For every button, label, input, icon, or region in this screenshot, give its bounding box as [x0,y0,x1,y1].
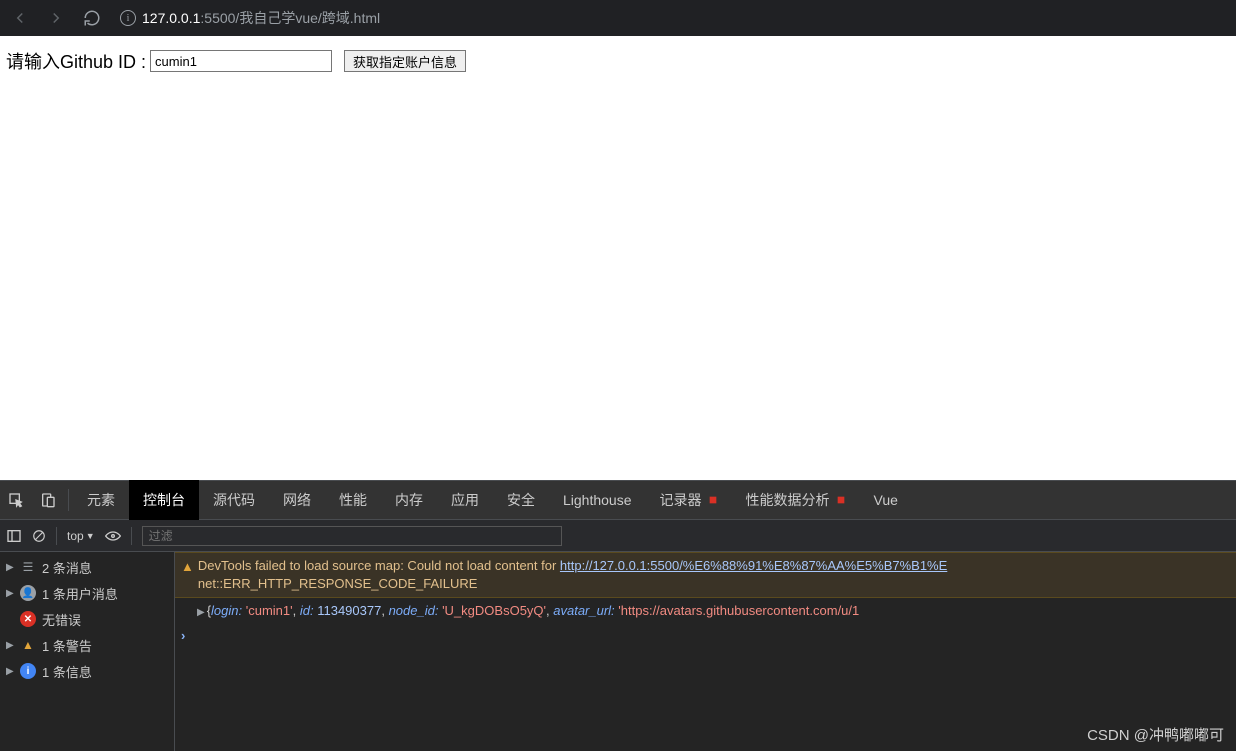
tab-perf-insights[interactable]: 性能数据分析 [732,480,860,520]
browser-toolbar: i 127.0.0.1:5500/我自己学vue/跨域.html [0,0,1236,36]
console-warning-line[interactable]: ▲ DevTools failed to load source map: Co… [175,552,1236,598]
github-id-input[interactable] [150,50,332,72]
sourcemap-link[interactable]: http://127.0.0.1:5500/%E6%88%91%E8%87%AA… [560,558,947,573]
tab-lighthouse[interactable]: Lighthouse [549,480,646,520]
sidebar-info[interactable]: ▶i1 条信息 [0,658,174,684]
sidebar-no-errors[interactable]: ✕无错误 [0,606,174,632]
url-host: 127.0.0.1 [142,10,200,26]
sidebar-messages[interactable]: ▶☰2 条消息 [0,554,174,580]
url-path: :5500/我自己学vue/跨域.html [200,10,380,26]
tab-elements[interactable]: 元素 [73,480,129,520]
tab-performance[interactable]: 性能 [325,480,381,520]
tab-vue[interactable]: Vue [860,480,912,520]
console-output: ▲ DevTools failed to load source map: Co… [175,552,1236,751]
console-filter-input[interactable] [142,526,562,546]
page-content: 请输入Github ID : 获取指定账户信息 [0,36,1236,480]
context-selector[interactable]: top ▼ [67,529,95,543]
device-toolbar-icon[interactable] [32,480,64,520]
nav-back-button[interactable] [8,6,32,30]
tab-security[interactable]: 安全 [493,480,549,520]
devtools-panel: 元素 控制台 源代码 网络 性能 内存 应用 安全 Lighthouse 记录器… [0,480,1236,751]
devtools-tabbar: 元素 控制台 源代码 网络 性能 内存 应用 安全 Lighthouse 记录器… [0,480,1236,520]
nav-reload-button[interactable] [80,6,104,30]
github-id-label: 请输入Github ID : [6,48,146,74]
sidebar-toggle-icon[interactable] [6,528,22,544]
tab-memory[interactable]: 内存 [381,480,437,520]
console-filterbar: top ▼ [0,520,1236,552]
tab-recorder[interactable]: 记录器 [646,480,732,520]
sidebar-user-messages[interactable]: ▶👤1 条用户消息 [0,580,174,606]
console-object-line[interactable]: ▶{login: 'cumin1', id: 113490377, node_i… [175,598,1236,626]
console-prompt[interactable]: › [175,626,1236,645]
tab-application[interactable]: 应用 [437,480,493,520]
fetch-user-button[interactable]: 获取指定账户信息 [344,50,466,72]
sidebar-warnings[interactable]: ▶▲1 条警告 [0,632,174,658]
address-bar[interactable]: i 127.0.0.1:5500/我自己学vue/跨域.html [116,4,1228,32]
warning-icon: ▲ [181,557,194,576]
tab-sources[interactable]: 源代码 [199,480,269,520]
console-sidebar: ▶☰2 条消息 ▶👤1 条用户消息 ✕无错误 ▶▲1 条警告 ▶i1 条信息 [0,552,175,751]
tab-network[interactable]: 网络 [269,480,325,520]
live-expression-icon[interactable] [105,531,121,541]
nav-forward-button[interactable] [44,6,68,30]
tab-console[interactable]: 控制台 [129,480,199,520]
clear-console-icon[interactable] [32,529,46,543]
site-info-icon[interactable]: i [120,10,136,26]
inspect-element-icon[interactable] [0,480,32,520]
